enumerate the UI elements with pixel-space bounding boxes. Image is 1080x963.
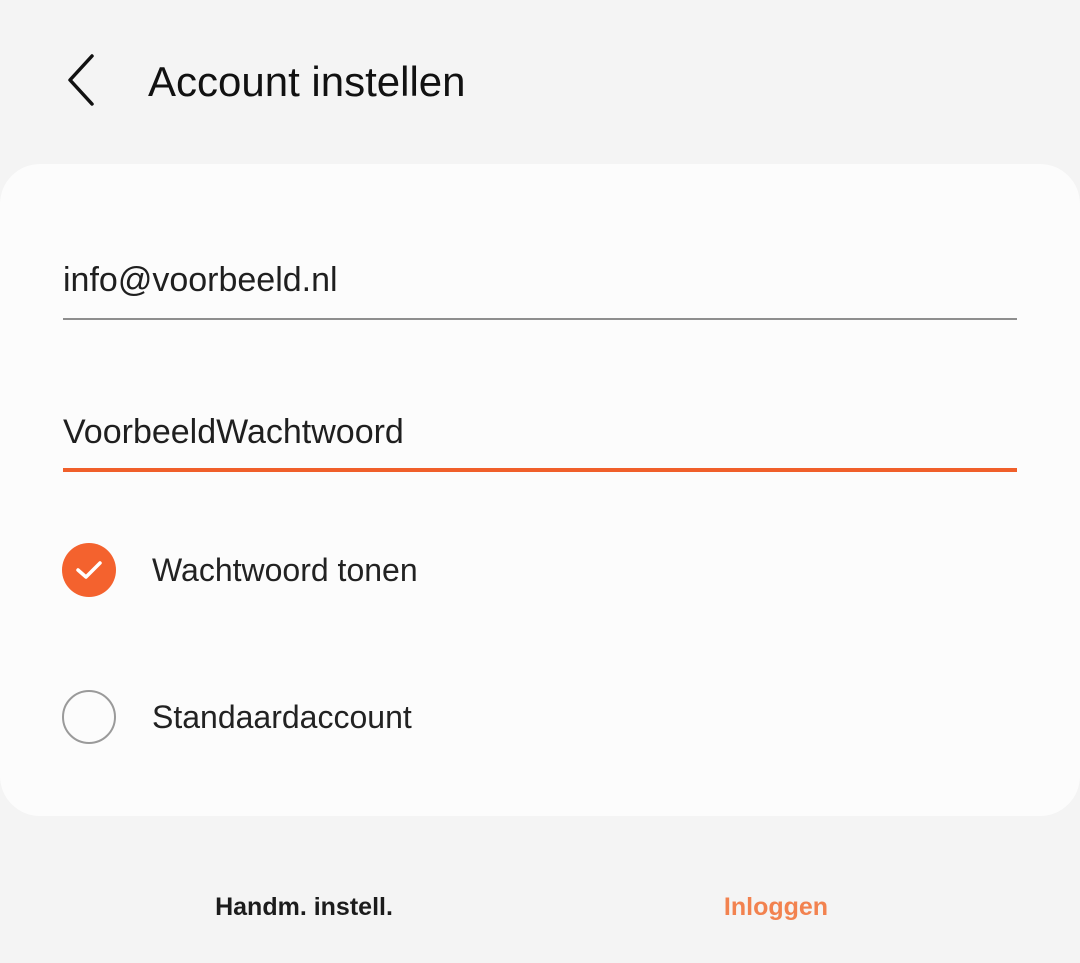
email-field[interactable]: info@voorbeeld.nl (63, 258, 1017, 328)
back-button[interactable] (52, 48, 116, 112)
manual-setup-button[interactable]: Handm. instell. (164, 884, 444, 930)
unchecked-circle-icon[interactable] (62, 690, 116, 744)
email-input[interactable]: info@voorbeeld.nl (63, 258, 338, 302)
password-input[interactable]: VoorbeeldWachtwoord (63, 410, 404, 454)
default-account-label: Standaardaccount (152, 699, 412, 735)
chevron-left-icon (68, 54, 94, 106)
default-account-checkbox[interactable]: Standaardaccount (62, 687, 762, 747)
checkmark-icon (76, 561, 102, 579)
page-title: Account instellen (148, 58, 466, 105)
login-button[interactable]: Inloggen (636, 884, 916, 930)
email-underline (63, 318, 1017, 320)
password-underline (63, 468, 1017, 472)
app-header: Account instellen (0, 0, 1080, 164)
show-password-label: Wachtwoord tonen (152, 552, 418, 588)
account-form-card: info@voorbeeld.nl VoorbeeldWachtwoord Wa… (0, 164, 1080, 816)
show-password-checkbox[interactable]: Wachtwoord tonen (62, 540, 762, 600)
password-field[interactable]: VoorbeeldWachtwoord (63, 410, 1017, 480)
checked-circle-icon[interactable] (62, 543, 116, 597)
